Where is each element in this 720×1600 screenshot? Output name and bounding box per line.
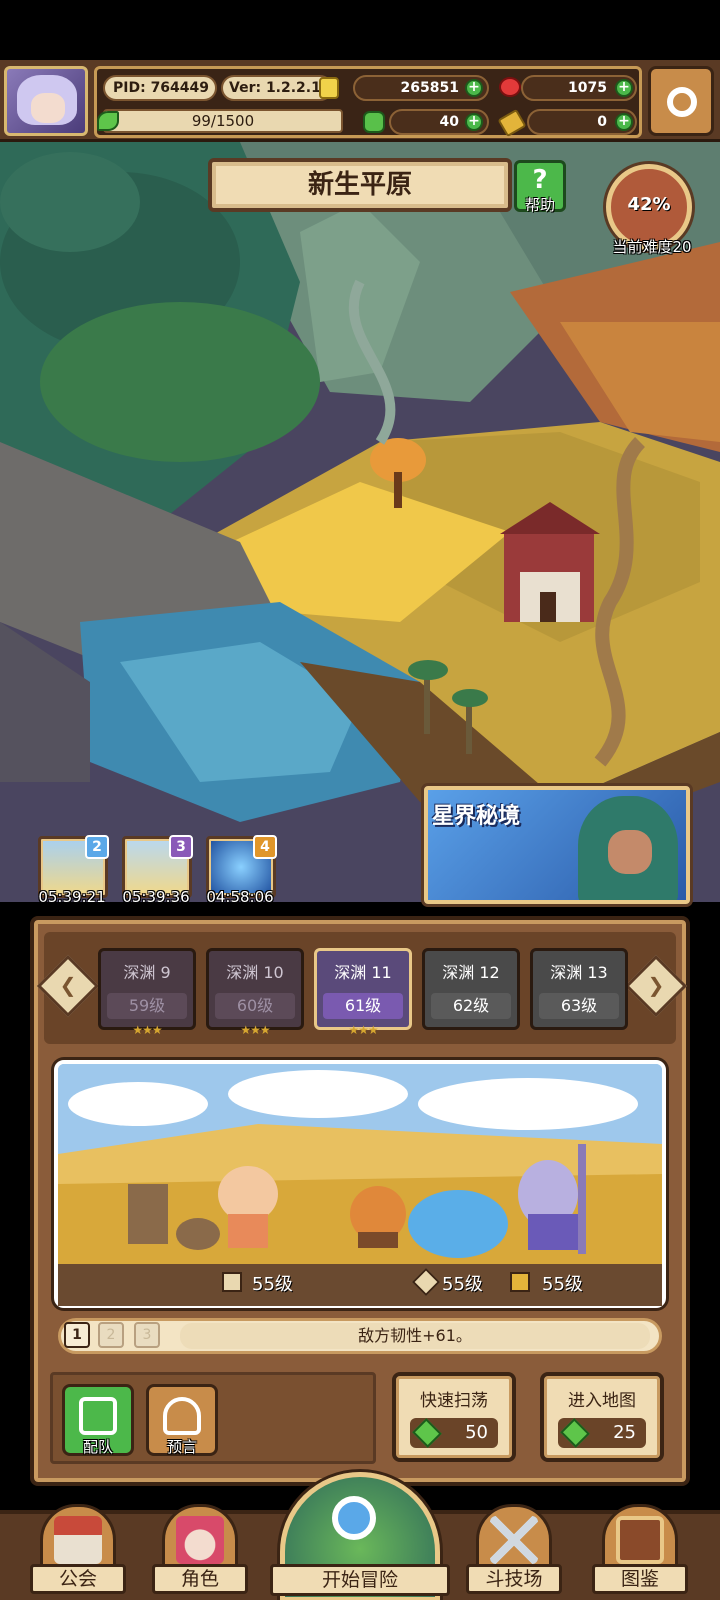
enemy-effect-text: 敌方韧性+61。 [180, 1323, 650, 1349]
add-clover-button[interactable]: + [465, 113, 483, 131]
nav-character[interactable]: 角色 [152, 1500, 248, 1600]
page-tab-2[interactable]: 2 [98, 1322, 124, 1348]
difficulty-label: 当前难度20 [612, 238, 692, 256]
stage-level: 60级 [215, 993, 295, 1019]
astral-character-face [608, 830, 652, 874]
nav-arena-label: 斗技场 [466, 1564, 562, 1594]
magnifier-icon [332, 1496, 376, 1540]
nav-guild[interactable]: 公会 [30, 1500, 126, 1600]
enter-map-cost-value: 25 [613, 1422, 636, 1443]
stage-level: 59级 [107, 993, 187, 1019]
quick-sweep-label: 快速扫荡 [420, 1391, 488, 1411]
gem-icon [412, 1418, 442, 1448]
stamina-bar: 99/1500 [103, 109, 343, 133]
stage-name: 深渊 11 [334, 963, 392, 982]
crossed-swords-icon [490, 1516, 538, 1564]
slot-number-badge: 3 [169, 835, 193, 859]
ticket-icon [510, 1272, 530, 1292]
help-label: 帮助 [524, 196, 555, 214]
enter-map-button[interactable]: 进入地图 25 [540, 1372, 664, 1462]
slot-timer: 05:39:21 [38, 888, 106, 906]
version-label: Ver: 1.2.2.1 [221, 75, 333, 101]
stat-level-3: 55级 [542, 1274, 583, 1295]
stage-card[interactable]: 深渊 13 63级 [530, 948, 628, 1030]
quick-sweep-cost: 50 [410, 1418, 498, 1448]
stage-name: 深渊 13 [550, 963, 608, 982]
slot-number-badge: 4 [253, 835, 277, 859]
stat-level-1: 55级 [252, 1274, 293, 1295]
player-avatar[interactable] [4, 66, 88, 136]
guild-house-icon [54, 1516, 102, 1564]
stage-stars: ★★★ [240, 1023, 270, 1037]
nav-character-label: 角色 [152, 1564, 248, 1594]
slot-timer: 04:58:06 [206, 888, 274, 906]
page-tab-1[interactable]: 1 [64, 1322, 90, 1348]
add-ruby-button[interactable]: + [615, 79, 633, 97]
gear-icon [667, 87, 697, 117]
slot-timer: 05:39:36 [122, 888, 190, 906]
stage-name: 深渊 12 [442, 963, 500, 982]
enter-map-cost: 25 [558, 1418, 646, 1448]
nav-start-label: 开始冒险 [270, 1564, 450, 1596]
stage-level: 63级 [539, 993, 619, 1019]
stage-name: 深渊 10 [226, 963, 284, 982]
prophecy-icon [163, 1397, 201, 1435]
nav-codex[interactable]: 图鉴 [592, 1500, 688, 1600]
pid-label: PID: 764449 [103, 75, 217, 101]
chevron-right-icon: ❯ [647, 973, 665, 997]
chevron-left-icon: ❮ [59, 973, 77, 997]
add-ticket-button[interactable]: + [615, 113, 633, 131]
nav-arena[interactable]: 斗技场 [466, 1500, 562, 1600]
clover-icon [363, 111, 385, 133]
page-tab-3[interactable]: 3 [134, 1322, 160, 1348]
quick-sweep-cost-value: 50 [465, 1422, 488, 1443]
nav-codex-label: 图鉴 [592, 1564, 688, 1594]
stage-stars: ★★★ [348, 1023, 378, 1037]
player-info-panel: PID: 764449 Ver: 1.2.2.1 265851 + 1075 +… [94, 66, 642, 138]
gold-coin-icon [319, 77, 339, 99]
stage-level: 62级 [431, 993, 511, 1019]
team-icon [79, 1397, 117, 1435]
difficulty-percent: 42% [627, 194, 671, 215]
book-icon [616, 1516, 664, 1564]
stat-level-2: 55级 [442, 1274, 483, 1295]
nav-guild-label: 公会 [30, 1564, 126, 1594]
astral-secret-title: 星界秘境 [432, 804, 521, 829]
stage-card[interactable]: 深渊 10 60级 ★★★ [206, 948, 304, 1037]
ruby-icon [499, 77, 521, 97]
stage-card[interactable]: 深渊 9 59级 ★★★ [98, 948, 196, 1037]
stage-stars: ★★★ [132, 1023, 162, 1037]
stage-level: 61级 [323, 993, 403, 1019]
character-icon [176, 1516, 224, 1564]
add-gold-button[interactable]: + [465, 79, 483, 97]
area-title: 新生平原 [208, 158, 512, 212]
stage-name: 深渊 9 [123, 963, 171, 982]
prophecy-label: 预言 [166, 1438, 197, 1456]
avatar-face [31, 93, 65, 123]
slot-number-badge: 2 [85, 835, 109, 859]
gem-icon [560, 1418, 590, 1448]
help-question-icon: ? [532, 165, 548, 195]
enter-map-label: 进入地图 [568, 1391, 636, 1411]
stamina-leaf-icon [97, 111, 119, 131]
team-setup-label: 配队 [82, 1438, 113, 1456]
stage-card[interactable]: 深渊 12 62级 [422, 948, 520, 1030]
shield-icon [222, 1272, 242, 1292]
nav-start-adventure[interactable]: 开始冒险 [270, 1472, 450, 1600]
ticket-icon [497, 108, 527, 138]
settings-button[interactable] [648, 66, 714, 136]
quick-sweep-button[interactable]: 快速扫荡 50 [392, 1372, 516, 1462]
stage-card-selected[interactable]: 深渊 11 61级 ★★★ [314, 948, 412, 1037]
